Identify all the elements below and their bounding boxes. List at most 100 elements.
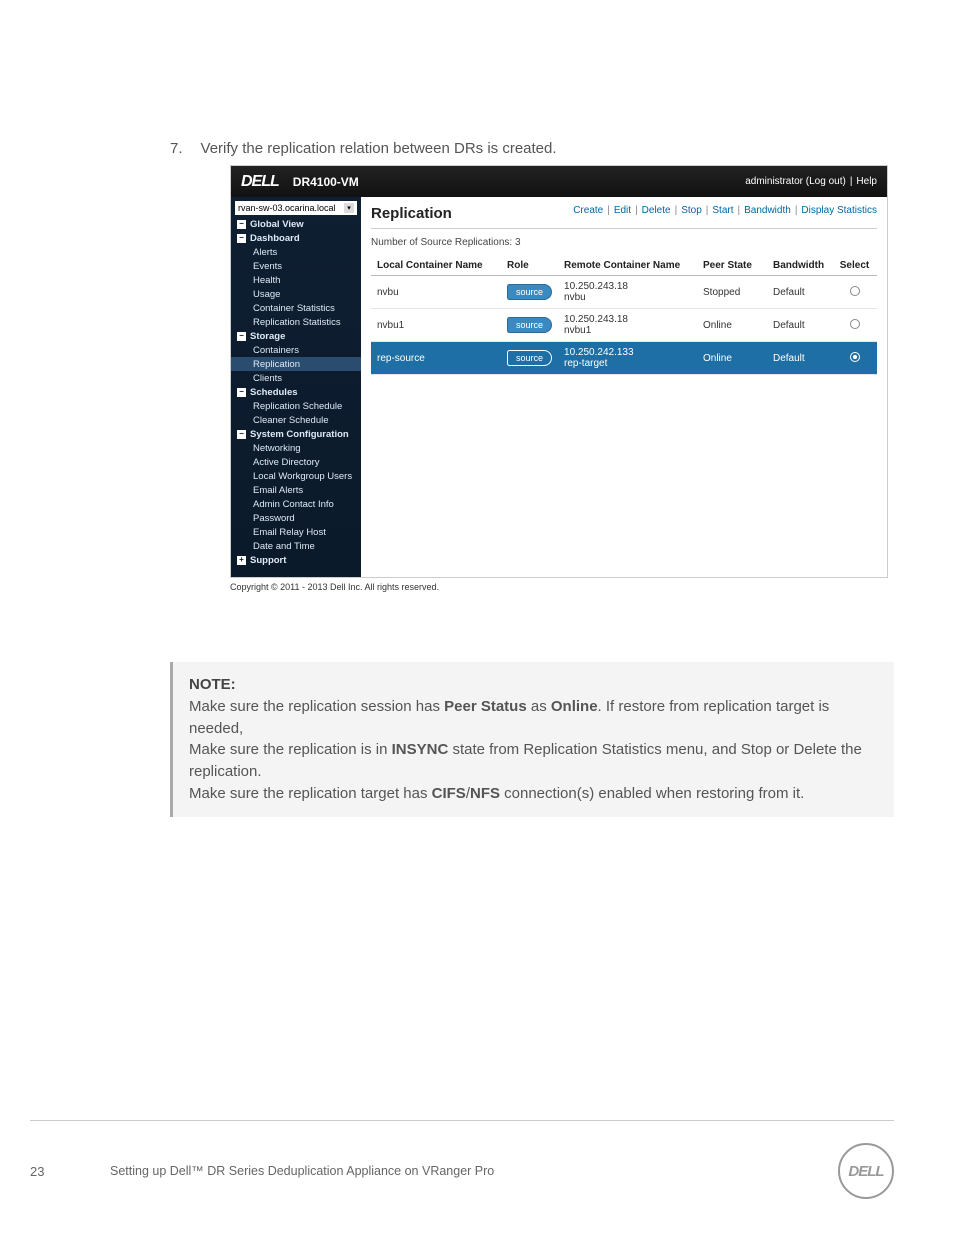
sidebar-item-admin-contact-info[interactable]: Admin Contact Info xyxy=(231,497,361,511)
sidebar-item-label: Dashboard xyxy=(250,233,300,244)
sidebar-item-replication-statistics[interactable]: Replication Statistics xyxy=(231,315,361,329)
select-radio[interactable] xyxy=(850,352,860,362)
note-line3: Make sure the replication target has CIF… xyxy=(189,785,804,802)
action-create[interactable]: Create xyxy=(573,205,603,216)
cell-select[interactable] xyxy=(832,342,877,375)
sidebar-item-label: Global View xyxy=(250,219,304,230)
sidebar-item-storage[interactable]: −Storage xyxy=(231,329,361,343)
sidebar-item-email-relay-host[interactable]: Email Relay Host xyxy=(231,525,361,539)
sidebar-item-label: Date and Time xyxy=(253,541,315,552)
plus-icon[interactable]: + xyxy=(237,556,246,565)
minus-icon[interactable]: − xyxy=(237,234,246,243)
sidebar-item-label: Clients xyxy=(253,373,282,384)
sidebar-item-active-directory[interactable]: Active Directory xyxy=(231,455,361,469)
sidebar-item-label: Email Relay Host xyxy=(253,527,326,538)
sidebar-item-label: System Configuration xyxy=(250,429,349,440)
action-delete[interactable]: Delete xyxy=(642,205,671,216)
minus-icon[interactable]: − xyxy=(237,430,246,439)
page-number: 23 xyxy=(30,1164,110,1179)
user-link[interactable]: administrator (Log out) xyxy=(745,176,846,187)
sidebar-item-cleaner-schedule[interactable]: Cleaner Schedule xyxy=(231,413,361,427)
sidebar-item-usage[interactable]: Usage xyxy=(231,287,361,301)
sidebar-item-label: Replication Schedule xyxy=(253,401,342,412)
sidebar-item-support[interactable]: +Support xyxy=(231,553,361,567)
sidebar-item-label: Events xyxy=(253,261,282,272)
minus-icon[interactable]: − xyxy=(237,332,246,341)
minus-icon[interactable]: − xyxy=(237,388,246,397)
sidebar-item-dashboard[interactable]: −Dashboard xyxy=(231,231,361,245)
action-edit[interactable]: Edit xyxy=(614,205,631,216)
screenshot-panel: DELL DR4100-VM administrator (Log out) |… xyxy=(230,165,888,578)
sidebar-item-label: Storage xyxy=(250,331,285,342)
col-local: Local Container Name xyxy=(371,256,501,276)
sidebar-item-global-view[interactable]: −Global View xyxy=(231,217,361,231)
sidebar-item-label: Replication Statistics xyxy=(253,317,341,328)
cell-role: source xyxy=(501,276,558,309)
sidebar-item-password[interactable]: Password xyxy=(231,511,361,525)
footer-title: Setting up Dell™ DR Series Deduplication… xyxy=(110,1164,494,1178)
sidebar-item-replication[interactable]: Replication xyxy=(231,357,361,371)
role-badge: source xyxy=(507,284,552,300)
sidebar-item-containers[interactable]: Containers xyxy=(231,343,361,357)
app-topbar: DELL DR4100-VM administrator (Log out) |… xyxy=(231,166,887,197)
sidebar-item-date-and-time[interactable]: Date and Time xyxy=(231,539,361,553)
role-badge: source xyxy=(507,317,552,333)
cell-bw: Default xyxy=(767,342,832,375)
note-line1: Make sure the replication session has Pe… xyxy=(189,698,829,737)
sidebar-item-email-alerts[interactable]: Email Alerts xyxy=(231,483,361,497)
table-row[interactable]: nvbusource10.250.243.18nvbuStoppedDefaul… xyxy=(371,276,877,309)
sidebar-item-label: Admin Contact Info xyxy=(253,499,334,510)
step-number: 7. xyxy=(170,140,183,157)
sidebar-item-alerts[interactable]: Alerts xyxy=(231,245,361,259)
sidebar-item-label: Cleaner Schedule xyxy=(253,415,329,426)
cell-select[interactable] xyxy=(832,276,877,309)
sidebar-item-local-workgroup-users[interactable]: Local Workgroup Users xyxy=(231,469,361,483)
sidebar-item-system-configuration[interactable]: −System Configuration xyxy=(231,427,361,441)
note-title: NOTE: xyxy=(189,676,236,693)
col-role: Role xyxy=(501,256,558,276)
cell-peer: Stopped xyxy=(697,276,767,309)
sidebar-item-schedules[interactable]: −Schedules xyxy=(231,385,361,399)
cell-select[interactable] xyxy=(832,309,877,342)
table-row[interactable]: rep-sourcesource10.250.242.133rep-target… xyxy=(371,342,877,375)
cell-role: source xyxy=(501,309,558,342)
dell-logo: DELL xyxy=(241,173,279,191)
action-bandwidth[interactable]: Bandwidth xyxy=(744,205,791,216)
cell-bw: Default xyxy=(767,276,832,309)
step-text: Verify the replication relation between … xyxy=(201,140,557,157)
sidebar-item-label: Networking xyxy=(253,443,301,454)
role-badge: source xyxy=(507,350,552,366)
col-peer: Peer State xyxy=(697,256,767,276)
sidebar-item-container-statistics[interactable]: Container Statistics xyxy=(231,301,361,315)
cell-peer: Online xyxy=(697,342,767,375)
dell-circle-logo: DELL xyxy=(838,1143,894,1199)
sidebar-item-events[interactable]: Events xyxy=(231,259,361,273)
sidebar-item-label: Health xyxy=(253,275,280,286)
note-box: NOTE: Make sure the replication session … xyxy=(170,662,894,817)
select-radio[interactable] xyxy=(850,286,860,296)
page-title: Replication xyxy=(371,205,452,222)
action-display-statistics[interactable]: Display Statistics xyxy=(801,205,877,216)
sidebar-item-networking[interactable]: Networking xyxy=(231,441,361,455)
action-start[interactable]: Start xyxy=(712,205,733,216)
action-stop[interactable]: Stop xyxy=(681,205,702,216)
copyright-text: Copyright © 2011 - 2013 Dell Inc. All ri… xyxy=(230,582,894,592)
cell-peer: Online xyxy=(697,309,767,342)
sidebar-item-label: Alerts xyxy=(253,247,277,258)
select-radio[interactable] xyxy=(850,319,860,329)
replication-count: Number of Source Replications: 3 xyxy=(371,237,877,248)
sidebar-item-clients[interactable]: Clients xyxy=(231,371,361,385)
product-name: DR4100-VM xyxy=(293,175,359,189)
minus-icon[interactable]: − xyxy=(237,220,246,229)
cell-bw: Default xyxy=(767,309,832,342)
sidebar-item-label: Active Directory xyxy=(253,457,320,468)
cell-local: nvbu1 xyxy=(371,309,501,342)
col-sel: Select xyxy=(832,256,877,276)
cell-remote: 10.250.243.18nvbu xyxy=(558,276,697,309)
sidebar-item-label: Email Alerts xyxy=(253,485,303,496)
table-row[interactable]: nvbu1source10.250.243.18nvbu1OnlineDefau… xyxy=(371,309,877,342)
help-link[interactable]: Help xyxy=(856,176,877,187)
sidebar-item-health[interactable]: Health xyxy=(231,273,361,287)
host-selector[interactable]: rvan-sw-03.ocarina.local ▾ xyxy=(235,201,357,215)
sidebar-item-replication-schedule[interactable]: Replication Schedule xyxy=(231,399,361,413)
